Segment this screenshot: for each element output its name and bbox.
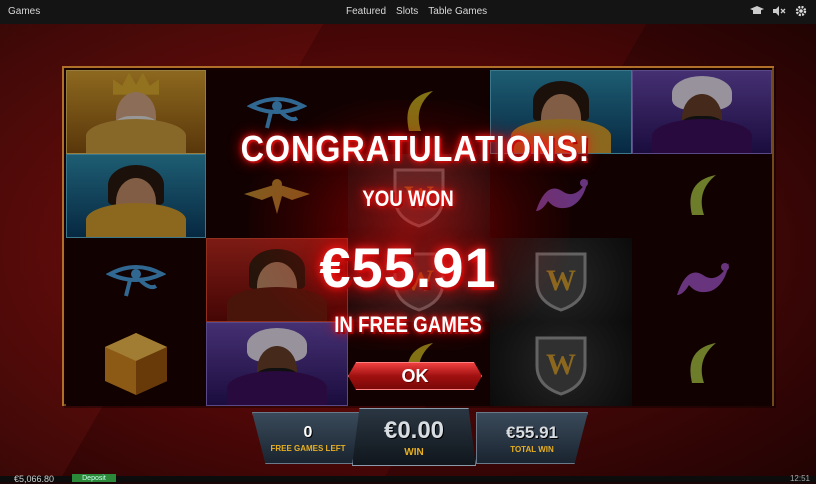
popup-caption: IN FREE GAMES xyxy=(334,312,482,337)
free-games-left-panel: 0 FREE GAMES LEFT xyxy=(252,412,364,464)
total-win-panel: €55.91 TOTAL WIN xyxy=(476,412,588,464)
king-symbol xyxy=(66,70,206,154)
ok-button-label: OK xyxy=(401,365,429,386)
games-menu-link[interactable]: Games xyxy=(8,6,40,17)
win-value: €0.00 xyxy=(383,416,445,444)
win-label: WIN xyxy=(404,446,424,458)
eye-of-horus-symbol xyxy=(66,238,206,322)
total-win-label: TOTAL WIN xyxy=(510,444,554,454)
top-icons xyxy=(750,4,808,18)
sultan-symbol-2 xyxy=(632,70,772,154)
gear-icon[interactable] xyxy=(794,4,808,18)
deposit-button[interactable]: Deposit xyxy=(72,474,116,482)
top-bar: Games Featured Slots Table Games xyxy=(0,0,816,24)
ok-button[interactable]: OK xyxy=(348,362,482,390)
popup-subtitle: YOU WON xyxy=(362,186,454,211)
free-games-left-label: FREE GAMES LEFT xyxy=(270,443,346,453)
total-win-value: €55.91 xyxy=(506,422,558,442)
nav-slots[interactable]: Slots xyxy=(396,6,418,17)
popup-title: CONGRATULATIONS! xyxy=(240,128,591,169)
nav-featured[interactable]: Featured xyxy=(346,6,386,17)
graduation-cap-icon[interactable] xyxy=(750,4,764,18)
gold-cube-symbol xyxy=(66,322,206,406)
win-amount: €55.91 xyxy=(319,236,497,299)
horn-symbol-3 xyxy=(632,154,772,238)
top-nav: Featured Slots Table Games xyxy=(346,6,487,17)
bottom-bar xyxy=(0,476,816,482)
princess-symbol xyxy=(66,154,206,238)
free-games-left-value: 0 xyxy=(303,423,313,441)
win-panel: €0.00 WIN xyxy=(352,408,476,466)
balance-display: €5,066.80 xyxy=(14,474,55,484)
mute-icon[interactable] xyxy=(772,4,786,18)
win-popup: CONGRATULATIONS! YOU WON €55.91 IN FREE … xyxy=(222,100,594,400)
nav-table-games[interactable]: Table Games xyxy=(428,6,487,17)
horn-symbol-4 xyxy=(632,322,772,406)
dragon-symbol-2 xyxy=(632,238,772,322)
